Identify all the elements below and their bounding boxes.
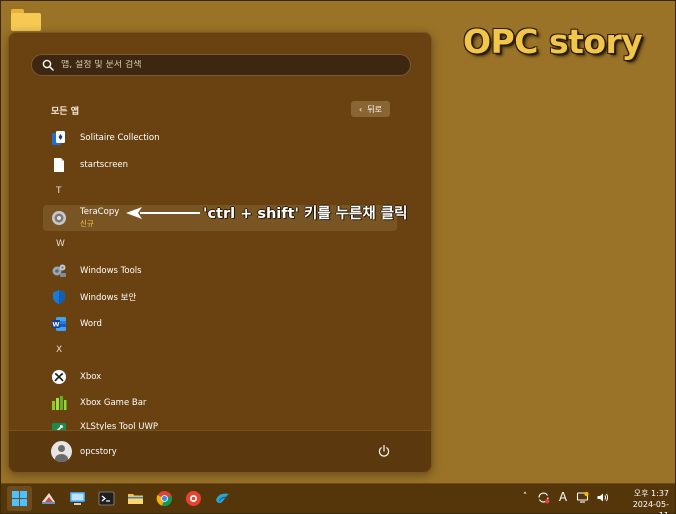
user-account[interactable]: opcstory xyxy=(51,441,117,462)
clock[interactable]: 오후 1:37 2024-05-11 xyxy=(623,488,669,514)
system-tray: ˄ A xyxy=(520,490,609,504)
app-label: Windows Tools xyxy=(80,265,142,276)
clock-date: 2024-05-11 xyxy=(632,500,669,514)
windows-tools-icon xyxy=(52,264,66,277)
watermark: OPC story xyxy=(463,22,643,61)
all-apps-title: 모든 앱 xyxy=(51,107,79,117)
back-button[interactable]: ‹ 뒤로 xyxy=(351,101,390,117)
taskbar-teracopy[interactable] xyxy=(36,486,61,511)
app-label: Solitaire Collection xyxy=(80,133,160,144)
start-menu: 모든 앱 ‹ 뒤로 Solitaire Collection startscre… xyxy=(8,32,432,473)
volume-icon[interactable] xyxy=(596,491,609,504)
taskbar-bird-app[interactable] xyxy=(210,486,235,511)
bird-app-icon xyxy=(216,493,229,504)
app-label: Windows 보안 xyxy=(80,293,137,304)
app-list: Solitaire Collection startscreen T TeraC… xyxy=(43,125,403,437)
terminal-icon xyxy=(98,491,115,506)
chrome-icon xyxy=(156,491,172,507)
taskbar-start-button[interactable] xyxy=(7,486,32,511)
chevron-up-icon[interactable]: ˄ xyxy=(520,492,530,502)
annotation-text: 'ctrl + shift' 키를 누른채 클릭 xyxy=(203,206,408,222)
app-item-xbox[interactable]: Xbox xyxy=(43,364,403,391)
file-explorer-icon xyxy=(128,494,143,504)
file-icon xyxy=(54,157,64,172)
app-label: Xbox xyxy=(80,371,102,382)
edge-fragment xyxy=(0,367,6,377)
taskbar-file-explorer[interactable] xyxy=(123,486,148,511)
avatar xyxy=(51,441,72,462)
search-box[interactable] xyxy=(31,54,411,76)
start-menu-footer: opcstory xyxy=(9,430,431,472)
app-label: Word xyxy=(80,318,102,329)
teracopy-icon xyxy=(52,210,66,225)
app-item-xbox-game-bar[interactable]: Xbox Game Bar xyxy=(43,390,403,417)
new-badge: 신규 xyxy=(80,218,94,228)
taskbar-terminal[interactable] xyxy=(94,486,119,511)
annotation-arrow xyxy=(126,207,200,219)
user-name: opcstory xyxy=(80,446,117,457)
letter-header-t[interactable]: T xyxy=(43,178,403,205)
power-icon[interactable] xyxy=(377,444,391,458)
network-icon[interactable] xyxy=(576,491,589,504)
sync-icon[interactable] xyxy=(537,491,550,504)
remote-desktop-icon xyxy=(70,492,85,505)
taskbar-remote-desktop[interactable] xyxy=(65,486,90,511)
svg-text:W: W xyxy=(52,320,59,328)
chevron-left-icon: ‹ xyxy=(359,104,363,114)
solitaire-icon xyxy=(52,131,65,146)
ime-indicator[interactable]: A xyxy=(557,490,569,504)
screenshot-app-icon xyxy=(186,491,201,506)
letter-header-w[interactable]: W xyxy=(43,231,403,258)
windows-start-icon xyxy=(12,491,27,506)
search-icon xyxy=(42,59,54,71)
desktop-folder-icon[interactable] xyxy=(11,9,41,31)
clock-time: 오후 1:37 xyxy=(633,489,669,498)
word-icon: W xyxy=(52,316,66,331)
taskbar: ˄ A 오후 1:37 2024-05-11 xyxy=(1,483,675,514)
app-label: startscreen xyxy=(80,159,129,170)
app-item-startscreen[interactable]: startscreen xyxy=(43,152,403,179)
taskbar-chrome[interactable] xyxy=(152,486,177,511)
search-input[interactable] xyxy=(61,60,381,70)
app-label: TeraCopy xyxy=(80,206,120,217)
windows-security-icon xyxy=(53,290,65,305)
teracopy-taskbar-icon xyxy=(42,493,55,504)
back-button-label: 뒤로 xyxy=(367,104,382,114)
app-item-windows-tools[interactable]: Windows Tools xyxy=(43,258,403,285)
taskbar-screenshot-app[interactable] xyxy=(181,486,206,511)
app-label: Xbox Game Bar xyxy=(80,398,147,409)
xbox-icon xyxy=(52,369,66,384)
app-item-windows-security[interactable]: Windows 보안 xyxy=(43,284,403,311)
xbox-game-bar-icon xyxy=(52,396,67,411)
app-item-word[interactable]: W Word xyxy=(43,311,403,338)
app-item-solitaire[interactable]: Solitaire Collection xyxy=(43,125,403,152)
letter-header-x[interactable]: X xyxy=(43,337,403,364)
